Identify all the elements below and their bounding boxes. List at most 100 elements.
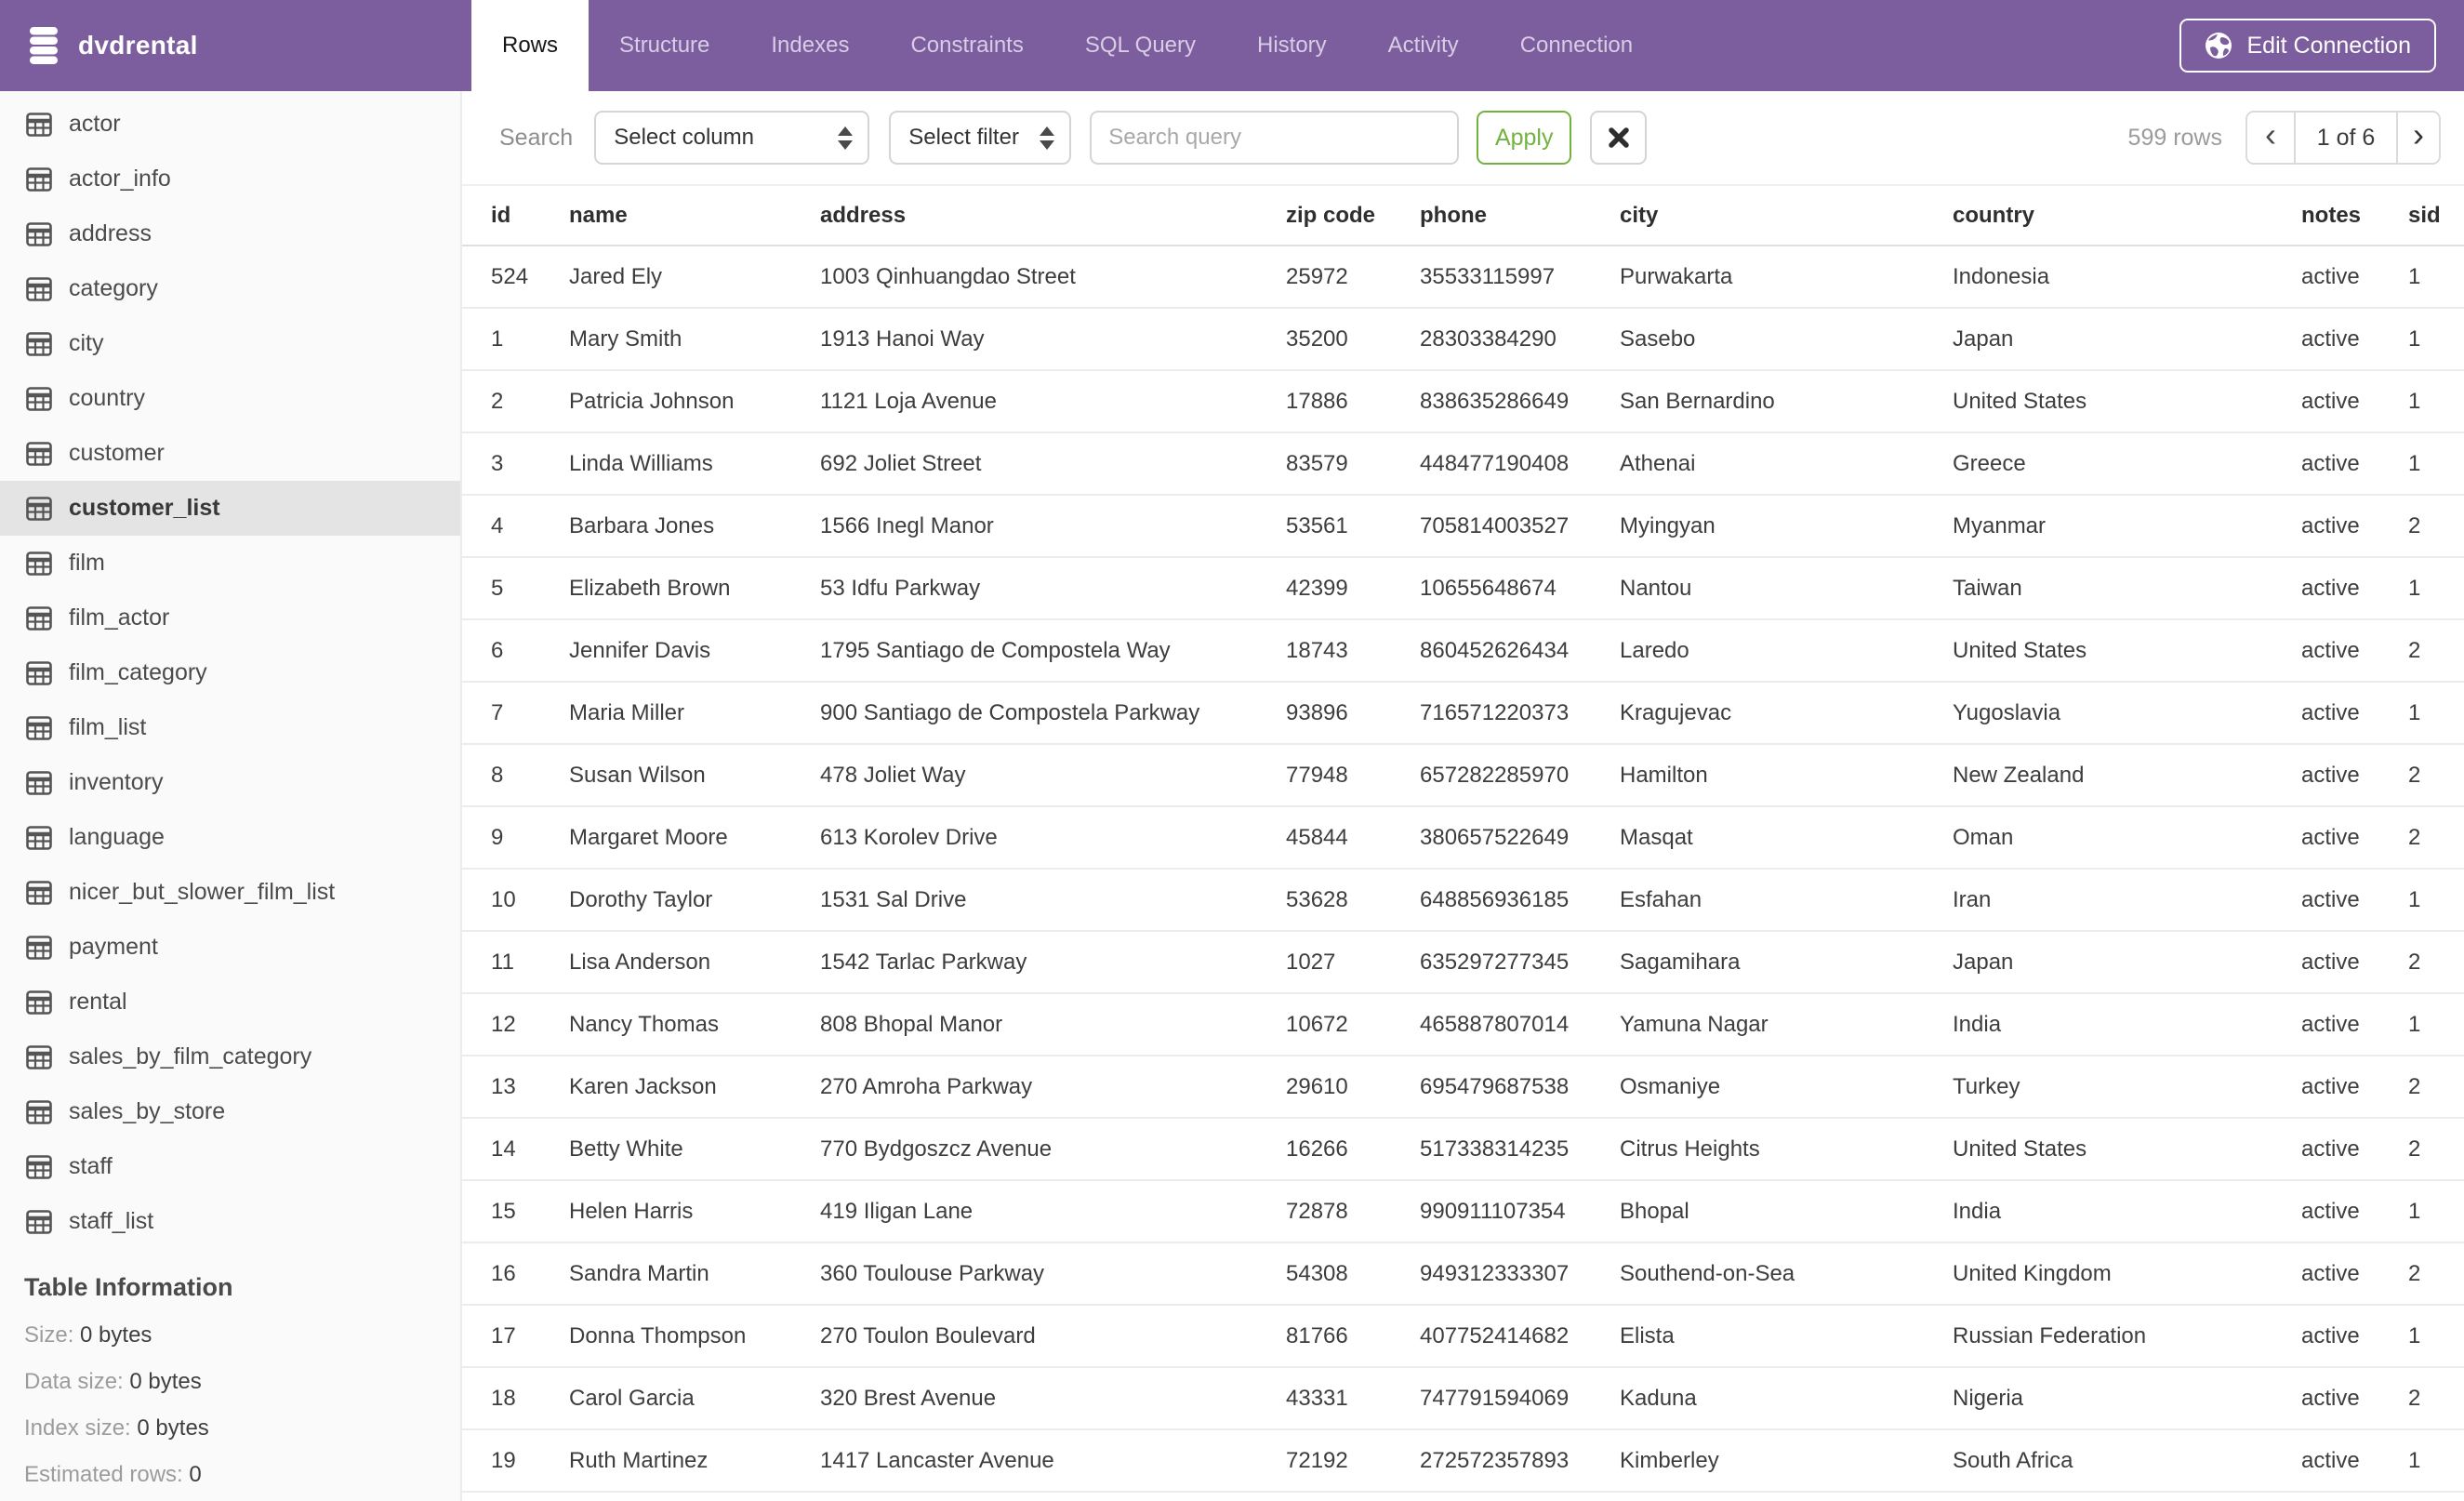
table-row[interactable]: 5 Elizabeth Brown 53 Idfu Parkway 42399 … bbox=[462, 558, 2464, 620]
sidebar-table-item[interactable]: customer bbox=[0, 426, 460, 481]
sidebar-table-item[interactable]: language bbox=[0, 810, 460, 865]
table-row[interactable]: 8 Susan Wilson 478 Joliet Way 77948 6572… bbox=[462, 745, 2464, 807]
sidebar-table-item[interactable]: payment bbox=[0, 920, 460, 975]
cell-city: San Bernardino bbox=[1620, 388, 1775, 414]
info-value: 0 bytes bbox=[129, 1369, 202, 1394]
sidebar-table-item[interactable]: address bbox=[0, 206, 460, 261]
column-header-address[interactable]: address bbox=[820, 203, 1286, 229]
cell-zip-code: 18743 bbox=[1286, 637, 1348, 663]
table-row[interactable]: 9 Margaret Moore 613 Korolev Drive 45844… bbox=[462, 807, 2464, 870]
table-body: 524 Jared Ely 1003 Qinhuangdao Street 25… bbox=[462, 246, 2464, 1501]
header-tab[interactable]: Rows bbox=[471, 0, 590, 91]
cell-zip-code: 72878 bbox=[1286, 1198, 1348, 1224]
info-value: 0 bytes bbox=[80, 1322, 152, 1348]
sidebar-table-label: rental bbox=[69, 989, 127, 1015]
header-tabs: Rows Structure Indexes Constraints SQL Q… bbox=[471, 0, 1663, 91]
table-row[interactable]: 14 Betty White 770 Bydgoszcz Avenue 1626… bbox=[462, 1119, 2464, 1181]
column-header-zip-code[interactable]: zip code bbox=[1286, 203, 1420, 229]
search-query-input[interactable] bbox=[1090, 111, 1460, 165]
cell-sid: 2 bbox=[2408, 824, 2421, 850]
column-header-sid[interactable]: sid bbox=[2408, 203, 2464, 229]
column-header-notes[interactable]: notes bbox=[2301, 203, 2408, 229]
header-tab[interactable]: Indexes bbox=[740, 0, 880, 91]
header-tab[interactable]: SQL Query bbox=[1054, 0, 1226, 91]
tables-sidebar: actor actor_info address category city c… bbox=[0, 91, 462, 1501]
table-row[interactable]: 6 Jennifer Davis 1795 Santiago de Compos… bbox=[462, 620, 2464, 683]
cell-name: Linda Williams bbox=[569, 450, 713, 476]
info-label: Data size: bbox=[24, 1369, 124, 1394]
table-row[interactable]: 15 Helen Harris 419 Iligan Lane 72878 99… bbox=[462, 1181, 2464, 1243]
sidebar-table-item[interactable]: sales_by_store bbox=[0, 1084, 460, 1139]
filter-select[interactable]: Select filter bbox=[889, 111, 1072, 165]
table-row[interactable]: 16 Sandra Martin 360 Toulouse Parkway 54… bbox=[462, 1243, 2464, 1306]
table-row[interactable]: 10 Dorothy Taylor 1531 Sal Drive 53628 6… bbox=[462, 870, 2464, 932]
clear-search-button[interactable] bbox=[1590, 111, 1648, 165]
header-tab[interactable]: Structure bbox=[589, 0, 740, 91]
table-row[interactable]: 13 Karen Jackson 270 Amroha Parkway 2961… bbox=[462, 1056, 2464, 1119]
sidebar-table-item[interactable]: inventory bbox=[0, 755, 460, 810]
column-header-city[interactable]: city bbox=[1620, 203, 1953, 229]
table-row[interactable]: 524 Jared Ely 1003 Qinhuangdao Street 25… bbox=[462, 246, 2464, 309]
cell-notes: active bbox=[2301, 1260, 2360, 1286]
cell-name: Jared Ely bbox=[569, 263, 663, 289]
cell-id: 14 bbox=[491, 1136, 516, 1162]
cell-name: Lisa Anderson bbox=[569, 949, 711, 975]
cell-phone: 838635286649 bbox=[1420, 388, 1570, 414]
table-row[interactable]: 17 Donna Thompson 270 Toulon Boulevard 8… bbox=[462, 1306, 2464, 1368]
table-row[interactable]: 11 Lisa Anderson 1542 Tarlac Parkway 102… bbox=[462, 932, 2464, 994]
header-tab[interactable]: History bbox=[1226, 0, 1358, 91]
sidebar-table-item[interactable]: film_list bbox=[0, 700, 460, 755]
cell-city: Sasebo bbox=[1620, 325, 1696, 352]
header-tab-label: Connection bbox=[1519, 33, 1634, 58]
cell-city: Yamuna Nagar bbox=[1620, 1011, 1769, 1037]
sidebar-table-item[interactable]: staff bbox=[0, 1139, 460, 1194]
sidebar-table-item[interactable]: nicer_but_slower_film_list bbox=[0, 865, 460, 920]
sidebar-table-item[interactable]: category bbox=[0, 261, 460, 316]
table-grid-icon bbox=[26, 386, 52, 411]
sidebar-table-label: category bbox=[69, 275, 158, 301]
sidebar-table-item[interactable]: sales_by_film_category bbox=[0, 1029, 460, 1084]
table-row[interactable]: 18 Carol Garcia 320 Brest Avenue 43331 7… bbox=[462, 1368, 2464, 1430]
next-page-button[interactable]: › bbox=[2396, 113, 2439, 163]
table-row[interactable]: 12 Nancy Thomas 808 Bhopal Manor 10672 4… bbox=[462, 994, 2464, 1056]
sidebar-table-item[interactable]: film_actor bbox=[0, 591, 460, 645]
prev-page-button[interactable]: ‹ bbox=[2247, 113, 2296, 163]
sidebar-table-item[interactable]: country bbox=[0, 371, 460, 426]
filter-select-value: Select filter bbox=[908, 125, 1019, 150]
table-row[interactable]: 4 Barbara Jones 1566 Inegl Manor 53561 7… bbox=[462, 496, 2464, 558]
cell-notes: active bbox=[2301, 762, 2360, 788]
cell-zip-code: 53561 bbox=[1286, 512, 1348, 538]
cell-address: 1417 Lancaster Avenue bbox=[820, 1447, 1054, 1473]
cell-sid: 2 bbox=[2408, 762, 2421, 788]
sidebar-table-item[interactable]: customer_list bbox=[0, 481, 460, 536]
sidebar-table-item[interactable]: staff_list bbox=[0, 1194, 460, 1249]
column-header-name[interactable]: name bbox=[569, 203, 820, 229]
table-row[interactable]: 2 Patricia Johnson 1121 Loja Avenue 1788… bbox=[462, 371, 2464, 433]
table-row[interactable]: 7 Maria Miller 900 Santiago de Compostel… bbox=[462, 683, 2464, 745]
column-select[interactable]: Select column bbox=[594, 111, 870, 165]
sidebar-table-item[interactable]: film_category bbox=[0, 645, 460, 700]
header-tab[interactable]: Constraints bbox=[880, 0, 1053, 91]
table-row[interactable]: 19 Ruth Martinez 1417 Lancaster Avenue 7… bbox=[462, 1430, 2464, 1493]
sidebar-table-item[interactable]: rental bbox=[0, 975, 460, 1029]
header-tab[interactable]: Activity bbox=[1358, 0, 1490, 91]
header-tab-label: Structure bbox=[619, 33, 710, 58]
sidebar-table-label: language bbox=[69, 824, 165, 850]
table-row[interactable]: 1 Mary Smith 1913 Hanoi Way 35200 283033… bbox=[462, 309, 2464, 371]
cell-zip-code: 54308 bbox=[1286, 1260, 1348, 1286]
sidebar-table-item[interactable]: city bbox=[0, 316, 460, 371]
cell-notes: active bbox=[2301, 1011, 2360, 1037]
sidebar-table-item[interactable]: film bbox=[0, 536, 460, 591]
sidebar-table-item[interactable]: actor bbox=[0, 97, 460, 152]
edit-connection-button[interactable]: Edit Connection bbox=[2179, 19, 2436, 73]
apply-button[interactable]: Apply bbox=[1477, 111, 1572, 165]
table-row[interactable]: 3 Linda Williams 692 Joliet Street 83579… bbox=[462, 433, 2464, 496]
header-tab[interactable]: Connection bbox=[1490, 0, 1663, 91]
column-header-country[interactable]: country bbox=[1953, 203, 2301, 229]
cell-city: Osmaniye bbox=[1620, 1073, 1721, 1099]
sidebar-table-item[interactable]: actor_info bbox=[0, 152, 460, 206]
column-header-id[interactable]: id bbox=[462, 203, 569, 229]
column-header-phone[interactable]: phone bbox=[1420, 203, 1620, 229]
cell-country: Russian Federation bbox=[1953, 1322, 2147, 1348]
cell-sid: 1 bbox=[2408, 450, 2421, 476]
